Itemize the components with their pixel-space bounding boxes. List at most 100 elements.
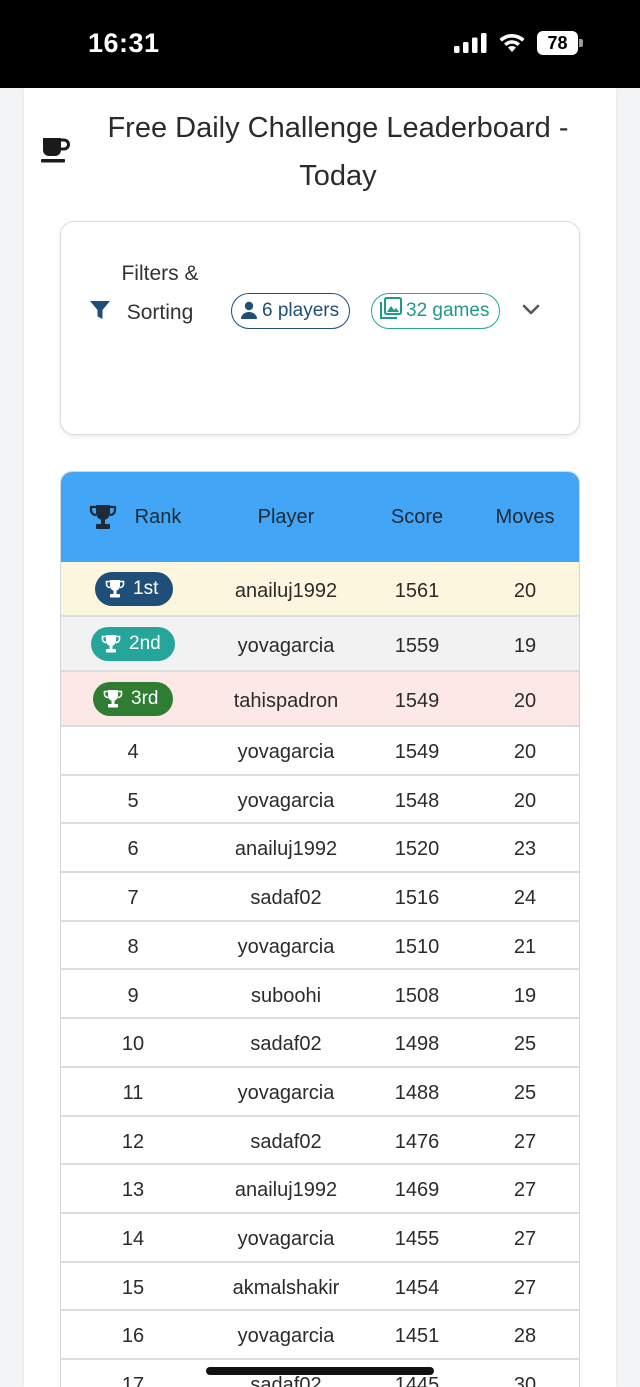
status-time: 16:31 — [88, 28, 160, 58]
moves-cell: 19 — [513, 984, 537, 1007]
table-row[interactable]: 12 sadaf02 1476 27 — [61, 1117, 579, 1166]
player-cell[interactable]: sadaf02 — [206, 887, 366, 910]
rank-cell: 11 — [122, 1081, 144, 1104]
battery-nub — [579, 39, 583, 47]
rank-cell: 4 — [127, 741, 139, 763]
moves-cell: 25 — [513, 1033, 537, 1056]
score-cell: 1455 — [394, 1228, 440, 1250]
moves-cell: 28 — [513, 1325, 537, 1348]
page-header: Free Daily Challenge Leaderboard - Today — [40, 104, 600, 204]
moves-cell: 20 — [513, 741, 537, 763]
player-cell[interactable]: yovagarcia — [206, 1325, 366, 1348]
person-icon — [241, 301, 257, 319]
rank-cell: 14 — [121, 1228, 145, 1250]
header-rank[interactable]: Rank — [123, 506, 193, 529]
rank-cell: 9 — [127, 984, 139, 1007]
coffee-cup-icon — [41, 138, 70, 163]
rank-badge: 2nd — [91, 627, 175, 661]
rank-cell: 15 — [121, 1276, 145, 1299]
table-row[interactable]: 9 suboohi 1508 19 — [61, 971, 579, 1020]
rank-label: 2nd — [129, 633, 161, 654]
player-cell[interactable]: sadaf02 — [206, 1131, 366, 1154]
table-row[interactable]: 3rd tahispadron 1549 20 — [61, 672, 579, 727]
moves-cell: 20 — [513, 789, 537, 812]
table-row[interactable]: 15 akmalshakir 1454 27 — [61, 1263, 579, 1312]
header-moves[interactable]: Moves — [485, 506, 565, 529]
rank-label: 3rd — [131, 688, 159, 709]
filters-label: Filters & Sorting — [121, 262, 199, 324]
rank-badge: 3rd — [93, 682, 173, 716]
battery-level: 78 — [537, 31, 578, 55]
score-cell: 1510 — [394, 935, 440, 958]
trophy-icon — [103, 690, 123, 708]
score-cell: 1559 — [394, 635, 440, 657]
status-bar: 16:31 78 — [0, 0, 640, 88]
trophy-icon — [89, 505, 117, 529]
rank-cell: 8 — [127, 935, 139, 958]
score-cell: 1516 — [394, 887, 440, 910]
trophy-icon — [101, 635, 121, 653]
score-cell: 1549 — [394, 690, 440, 712]
moves-cell: 23 — [513, 838, 537, 861]
header-player[interactable]: Player — [221, 506, 351, 529]
table-row[interactable]: 10 sadaf02 1498 25 — [61, 1019, 579, 1068]
player-cell[interactable]: anailuj1992 — [206, 580, 366, 603]
battery-indicator: 78 — [537, 31, 583, 55]
player-cell[interactable]: akmalshakir — [206, 1277, 366, 1300]
moves-cell: 30 — [513, 1374, 537, 1387]
rank-cell: 13 — [121, 1179, 145, 1202]
rank-label: 1st — [133, 578, 159, 599]
score-cell: 1548 — [394, 789, 440, 812]
rank-cell: 6 — [127, 838, 139, 861]
table-row[interactable]: 14 yovagarcia 1455 27 — [61, 1214, 579, 1263]
table-header: Rank Player Score Moves — [61, 472, 579, 562]
table-row[interactable]: 7 sadaf02 1516 24 — [61, 873, 579, 922]
games-count-pill[interactable]: 32 games — [371, 293, 501, 329]
table-row[interactable]: 6 anailuj1992 1520 23 — [61, 824, 579, 874]
filter-icon — [90, 301, 110, 319]
score-cell: 1508 — [394, 984, 440, 1007]
wifi-icon — [499, 33, 525, 52]
chevron-down-icon[interactable] — [521, 302, 541, 318]
moves-cell: 21 — [513, 935, 537, 958]
player-cell[interactable]: yovagarcia — [206, 741, 366, 764]
table-row[interactable]: 13 anailuj1992 1469 27 — [61, 1165, 579, 1214]
player-cell[interactable]: yovagarcia — [206, 936, 366, 959]
rank-cell: 5 — [127, 789, 139, 812]
moves-cell: 19 — [513, 635, 537, 657]
page-title: Free Daily Challenge Leaderboard - Today — [107, 112, 569, 192]
player-cell[interactable]: anailuj1992 — [206, 838, 366, 861]
moves-cell: 27 — [513, 1276, 537, 1299]
player-cell[interactable]: anailuj1992 — [206, 1179, 366, 1202]
moves-cell: 27 — [513, 1130, 537, 1153]
filters-panel[interactable]: Filters & Sorting 6 players 32 games — [60, 221, 580, 435]
cellular-signal-icon — [454, 33, 487, 53]
rank-cell: 12 — [121, 1130, 145, 1153]
score-cell: 1476 — [394, 1130, 440, 1153]
player-cell[interactable]: suboohi — [206, 985, 366, 1008]
score-cell: 1520 — [394, 838, 440, 861]
player-cell[interactable]: yovagarcia — [206, 1082, 366, 1105]
table-row[interactable]: 5 yovagarcia 1548 20 — [61, 776, 579, 825]
image-gallery-icon — [380, 297, 402, 319]
player-cell[interactable]: tahispadron — [206, 690, 366, 713]
table-row[interactable]: 11 yovagarcia 1488 25 — [61, 1068, 579, 1117]
table-row[interactable]: 8 yovagarcia 1510 21 — [61, 922, 579, 971]
player-cell[interactable]: yovagarcia — [206, 790, 366, 813]
home-indicator[interactable] — [206, 1367, 434, 1375]
player-cell[interactable]: sadaf02 — [206, 1033, 366, 1056]
table-row[interactable]: 16 yovagarcia 1451 28 — [61, 1311, 579, 1361]
players-count-pill[interactable]: 6 players — [231, 293, 351, 329]
score-cell: 1561 — [394, 580, 440, 602]
player-cell[interactable]: yovagarcia — [206, 635, 366, 658]
table-row[interactable]: 4 yovagarcia 1549 20 — [61, 727, 579, 776]
table-row[interactable]: 1st anailuj1992 1561 20 — [61, 562, 579, 617]
player-cell[interactable]: yovagarcia — [206, 1228, 366, 1251]
leaderboard-table: Rank Player Score Moves 1st anailuj1992 15… — [60, 471, 580, 1387]
header-score[interactable]: Score — [377, 506, 457, 529]
score-cell: 1445 — [394, 1374, 440, 1387]
player-cell[interactable]: sadaf02 — [206, 1374, 366, 1387]
moves-cell: 24 — [513, 887, 537, 910]
rank-badge: 1st — [95, 572, 173, 606]
table-row[interactable]: 2nd yovagarcia 1559 19 — [61, 617, 579, 672]
